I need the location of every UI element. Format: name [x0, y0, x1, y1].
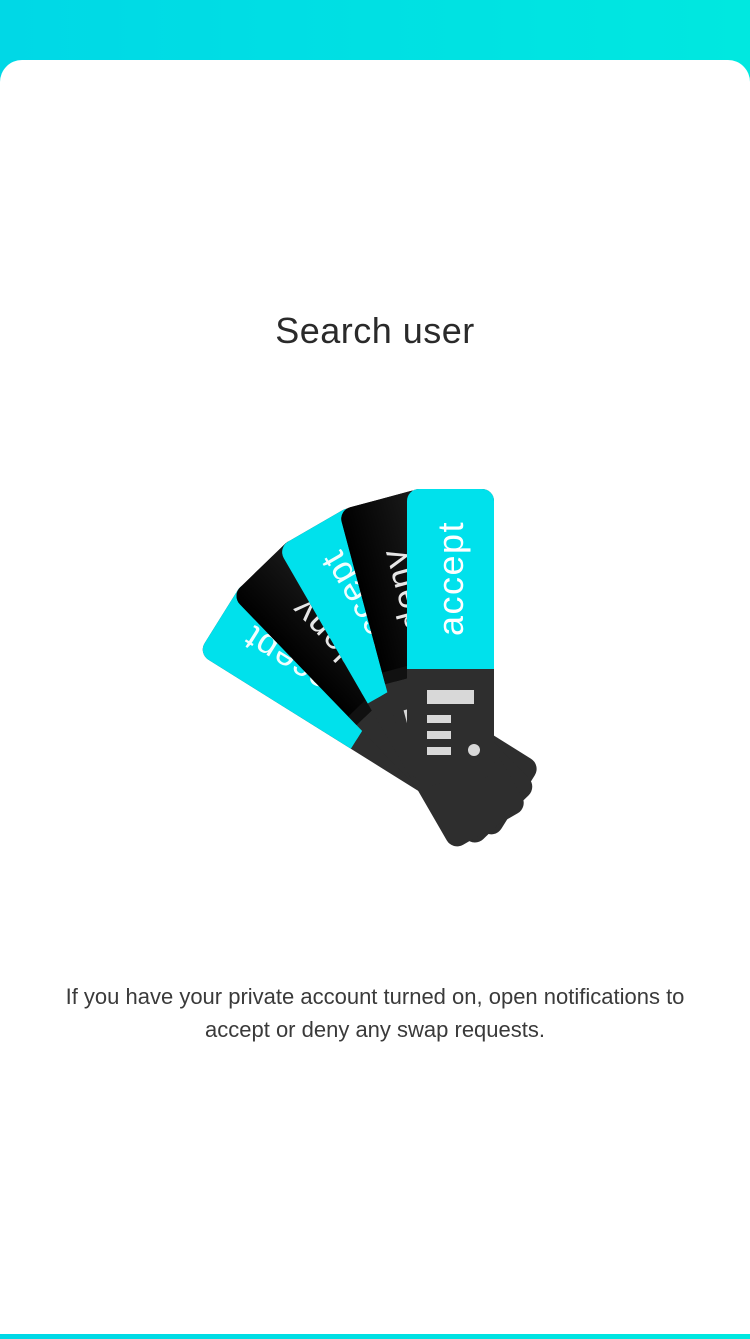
dot-icon [468, 744, 480, 756]
swatch-label: accept [430, 521, 471, 636]
handle-bar-icon [427, 690, 474, 704]
swatch-fan-illustration: accept deny accept deny accept [0, 0, 750, 1334]
info-message: If you have your private account turned … [65, 984, 685, 1042]
swatch-accept-front: accept [407, 489, 494, 778]
fan-icon: accept deny accept deny accept [202, 489, 537, 847]
